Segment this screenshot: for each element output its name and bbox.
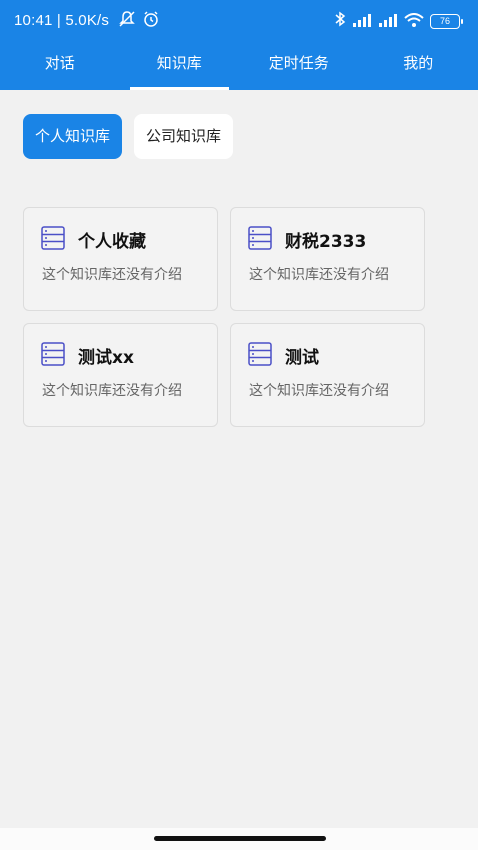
card-title: 测试: [285, 348, 319, 368]
knowledge-base-switcher: 个人知识库 公司知识库: [23, 114, 234, 159]
tab-mine[interactable]: 我的: [359, 42, 478, 90]
alarm-icon: [142, 10, 160, 32]
card-title: 财税2333: [285, 232, 367, 252]
status-bar: 10:41 | 5.0K/s 76: [0, 0, 478, 42]
knowledge-base-card[interactable]: 个人收藏 这个知识库还没有介绍: [23, 207, 218, 311]
tab-chat[interactable]: 对话: [0, 42, 120, 90]
wifi-icon: [404, 12, 424, 31]
tab-label: 对话: [44, 54, 75, 72]
bluetooth-icon: [334, 11, 346, 31]
home-indicator[interactable]: [154, 836, 326, 841]
signal-icon-2: [378, 12, 398, 31]
card-description: 这个知识库还没有介绍: [42, 267, 182, 283]
tab-scheduled-tasks[interactable]: 定时任务: [239, 42, 359, 90]
knowledge-base-card[interactable]: 测试 这个知识库还没有介绍: [230, 323, 425, 427]
personal-kb-button[interactable]: 个人知识库: [23, 114, 123, 159]
status-left-icons: [118, 10, 160, 32]
database-icon: [248, 342, 272, 366]
database-icon: [41, 342, 65, 366]
company-kb-button[interactable]: 公司知识库: [134, 114, 234, 159]
tab-bar: 对话 知识库 定时任务 我的: [0, 42, 478, 90]
card-description: 这个知识库还没有介绍: [42, 383, 182, 399]
database-icon: [248, 226, 272, 250]
status-right-icons: 76: [334, 11, 463, 31]
app-header: 10:41 | 5.0K/s 76 对话 知识库 定时任务 我的: [0, 0, 478, 90]
knowledge-base-card[interactable]: 财税2333 这个知识库还没有介绍: [230, 207, 425, 311]
tab-label: 定时任务: [268, 54, 329, 72]
card-description: 这个知识库还没有介绍: [249, 383, 389, 399]
tab-label: 知识库: [156, 54, 202, 72]
status-time: 10:41 | 5.0K/s: [14, 12, 110, 29]
battery-indicator: 76: [430, 13, 463, 29]
tab-label: 我的: [403, 54, 434, 72]
card-title: 测试xx: [78, 348, 134, 368]
tab-knowledge-base[interactable]: 知识库: [120, 42, 240, 90]
card-title: 个人收藏: [78, 232, 146, 252]
signal-icon: [352, 12, 372, 31]
knowledge-base-grid: 个人收藏 这个知识库还没有介绍 财税2333 这个知识库还没有介绍 测试xx 这…: [23, 207, 425, 427]
knowledge-base-card[interactable]: 测试xx 这个知识库还没有介绍: [23, 323, 218, 427]
card-description: 这个知识库还没有介绍: [249, 267, 389, 283]
database-icon: [41, 226, 65, 250]
mute-icon: [118, 10, 136, 32]
